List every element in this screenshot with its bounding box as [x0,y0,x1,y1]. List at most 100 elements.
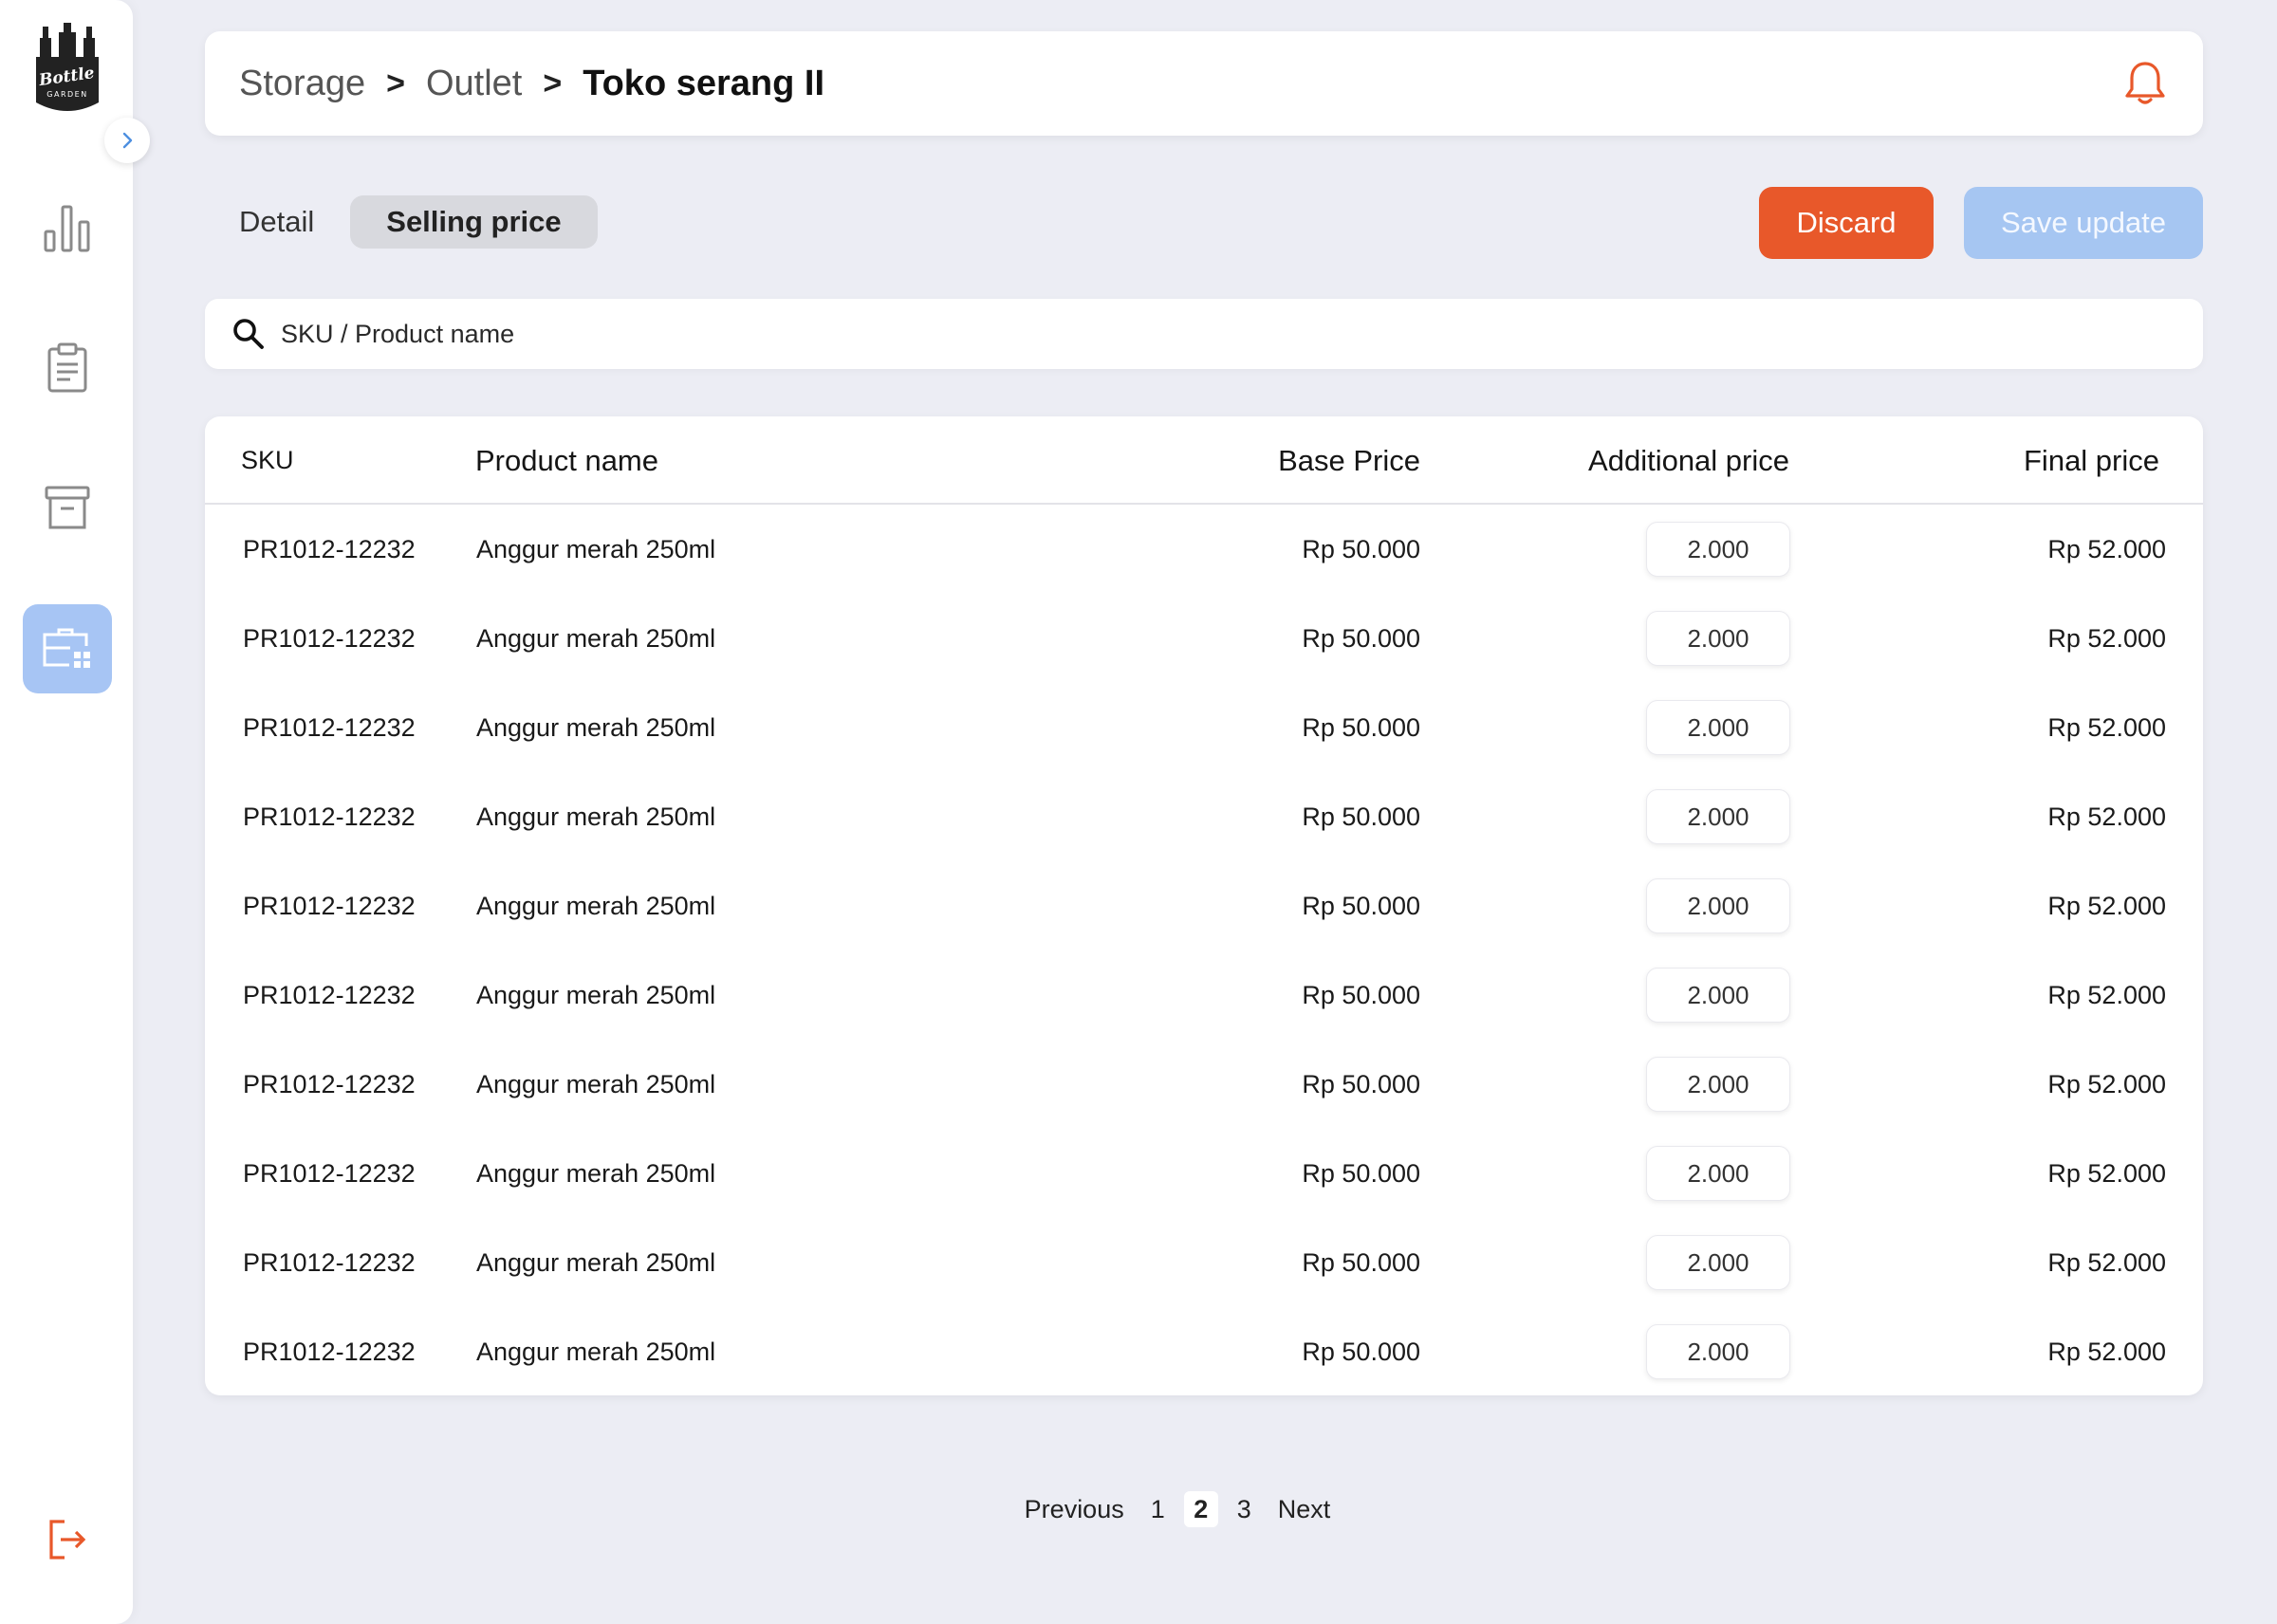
additional-price-input[interactable] [1646,611,1790,666]
cell-additional-price [1646,1129,1790,1218]
cell-product-name: Anggur merah 250ml [476,1158,716,1188]
cell-product-name: Anggur merah 250ml [476,980,716,1009]
cell-final-price: Rp 52.000 [2047,980,2166,1009]
cell-sku: PR1012-12232 [243,802,416,831]
breadcrumb: Storage > Outlet > Toko serang II [239,64,824,104]
additional-price-input[interactable] [1646,1057,1790,1112]
breadcrumb-storage[interactable]: Storage [239,64,365,104]
table-row: PR1012-12232 Anggur merah 250ml Rp 50.000 R… [205,683,2203,772]
cell-sku: PR1012-12232 [243,891,416,920]
cell-sku: PR1012-12232 [243,1158,416,1188]
table-row: PR1012-12232 Anggur merah 250ml Rp 50.000 R… [205,594,2203,683]
column-header-final-price: Final price [2024,443,2159,477]
column-header-additional-price: Additional price [1588,443,1789,477]
bar-chart-icon [44,205,90,252]
cell-product-name: Anggur merah 250ml [476,1069,716,1098]
store-grid-icon [43,628,90,668]
table-row: PR1012-12232 Anggur merah 250ml Rp 50.000 R… [205,861,2203,950]
cell-product-name: Anggur merah 250ml [476,1247,716,1277]
breadcrumb-separator: > [543,65,563,102]
additional-price-input[interactable] [1646,1324,1790,1379]
cell-additional-price [1646,861,1790,950]
pagination-page-1[interactable]: 1 [1143,1491,1173,1527]
cell-final-price: Rp 52.000 [2047,623,2166,653]
cell-base-price: Rp 50.000 [1302,891,1420,920]
additional-price-input[interactable] [1646,968,1790,1023]
cell-product-name: Anggur merah 250ml [476,623,716,653]
additional-price-input[interactable] [1646,878,1790,933]
column-header-base-price: Base Price [1278,443,1420,477]
sidebar-item-outlet[interactable] [23,604,112,693]
table-header: SKU Product name Base Price Additional p… [205,416,2203,505]
cell-base-price: Rp 50.000 [1302,1158,1420,1188]
cell-additional-price [1646,950,1790,1040]
breadcrumb-current-outlet: Toko serang II [583,63,824,103]
cell-base-price: Rp 50.000 [1302,802,1420,831]
additional-price-input[interactable] [1646,1146,1790,1201]
table-row: PR1012-12232 Anggur merah 250ml Rp 50.000 R… [205,1040,2203,1129]
chevron-right-icon [122,132,133,149]
cell-product-name: Anggur merah 250ml [476,802,716,831]
bell-icon [2125,62,2165,104]
cell-product-name: Anggur merah 250ml [476,712,716,742]
table-row: PR1012-12232 Anggur merah 250ml Rp 50.000 R… [205,505,2203,594]
sidebar-item-orders[interactable] [23,323,112,412]
cell-additional-price [1646,1040,1790,1129]
additional-price-input[interactable] [1646,700,1790,755]
sidebar: Bottle GARDEN [0,0,150,1624]
cell-base-price: Rp 50.000 [1302,1069,1420,1098]
table-row: PR1012-12232 Anggur merah 250ml Rp 50.000 R… [205,1218,2203,1307]
cell-final-price: Rp 52.000 [2047,802,2166,831]
tab-detail[interactable]: Detail [216,195,350,249]
cell-additional-price [1646,772,1790,861]
pagination-previous[interactable]: Previous [1017,1491,1132,1527]
cell-additional-price [1646,594,1790,683]
breadcrumb-outlet[interactable]: Outlet [426,64,522,104]
pagination: Previous 1 2 3 Next [0,1491,2277,1527]
sidebar-item-analytics[interactable] [23,184,112,273]
notification-button[interactable] [2121,60,2169,107]
cell-final-price: Rp 52.000 [2047,712,2166,742]
cell-final-price: Rp 52.000 [2047,1337,2166,1366]
cell-product-name: Anggur merah 250ml [476,534,716,563]
bottle-garden-logo[interactable]: Bottle GARDEN [32,21,102,120]
cell-final-price: Rp 52.000 [2047,1247,2166,1277]
discard-button[interactable]: Discard [1759,187,1934,259]
cell-sku: PR1012-12232 [243,1069,416,1098]
cell-sku: PR1012-12232 [243,1337,416,1366]
cell-base-price: Rp 50.000 [1302,1247,1420,1277]
search-bar [205,299,2203,369]
cell-final-price: Rp 52.000 [2047,891,2166,920]
clipboard-icon [47,342,87,393]
sidebar-toggle-button[interactable] [104,118,150,163]
cell-product-name: Anggur merah 250ml [476,891,716,920]
cell-base-price: Rp 50.000 [1302,712,1420,742]
cell-additional-price [1646,505,1790,594]
table-body: PR1012-12232 Anggur merah 250ml Rp 50.000 R… [205,505,2203,1395]
additional-price-input[interactable] [1646,522,1790,577]
additional-price-input[interactable] [1646,1235,1790,1290]
save-update-button[interactable]: Save update [1964,187,2203,259]
header-bar: Storage > Outlet > Toko serang II [205,31,2203,136]
sidebar-item-archive[interactable] [23,463,112,552]
archive-box-icon [45,486,90,529]
cell-base-price: Rp 50.000 [1302,623,1420,653]
additional-price-input[interactable] [1646,789,1790,844]
pagination-next[interactable]: Next [1270,1491,1339,1527]
cell-sku: PR1012-12232 [243,712,416,742]
tab-selling-price[interactable]: Selling price [350,195,598,249]
table-row: PR1012-12232 Anggur merah 250ml Rp 50.000 R… [205,950,2203,1040]
cell-base-price: Rp 50.000 [1302,534,1420,563]
column-header-product-name: Product name [475,443,658,477]
pagination-page-3[interactable]: 3 [1230,1491,1259,1527]
cell-base-price: Rp 50.000 [1302,1337,1420,1366]
cell-additional-price [1646,683,1790,772]
cell-final-price: Rp 52.000 [2047,534,2166,563]
search-input[interactable] [281,319,2083,349]
cell-additional-price [1646,1307,1790,1395]
cell-sku: PR1012-12232 [243,623,416,653]
pagination-page-2-current[interactable]: 2 [1183,1491,1218,1527]
cell-final-price: Rp 52.000 [2047,1069,2166,1098]
search-icon [233,319,264,349]
cell-final-price: Rp 52.000 [2047,1158,2166,1188]
